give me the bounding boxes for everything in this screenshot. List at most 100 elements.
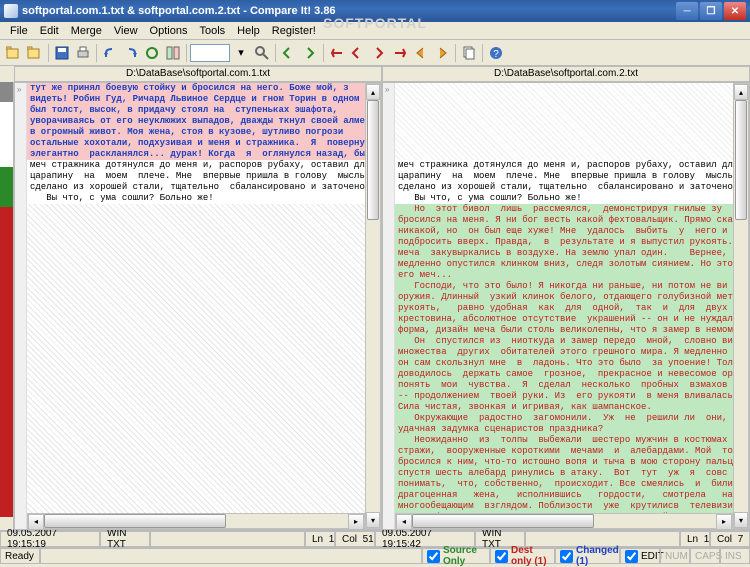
right-scrollbar-h[interactable]: ◂▸ (395, 513, 733, 529)
status-ins: INS (720, 548, 750, 564)
empty-hatch-area (395, 83, 733, 160)
scroll-down-icon[interactable]: ▾ (734, 512, 748, 528)
overview-strip[interactable] (0, 82, 14, 530)
toolbar-next-diff[interactable] (300, 43, 320, 63)
status-num: NUM (660, 548, 690, 564)
toolbar-prev-diff-red[interactable] (348, 43, 368, 63)
left-col-num: 51 (363, 534, 374, 545)
toolbar-next-diff-red[interactable] (369, 43, 389, 63)
diff-line-added[interactable]: никакой, но он был еще хуже! Мне удалось… (395, 226, 733, 237)
scroll-down-icon[interactable]: ▾ (366, 512, 380, 528)
diff-line-added[interactable]: медленно опустился клинком вниз, следя з… (395, 259, 733, 270)
diff-line-added[interactable]: рукоять, равно удобная как для одной, та… (395, 303, 733, 314)
diff-line-common[interactable]: Вы что, с ума сошли? Больно же! (27, 193, 365, 204)
toolbar-first-diff-red[interactable] (327, 43, 347, 63)
diff-line-added[interactable]: Сила чистая, звонкая и игривая, как шамп… (395, 402, 733, 413)
diff-line-common[interactable]: сделано из хорошей стали, тщательно сбал… (27, 182, 365, 193)
diff-line-added[interactable]: Окружающие радостно загомонили. Уж не ре… (395, 413, 733, 424)
diff-line-added[interactable]: -- продолжением твоей руки. Из его рукоя… (395, 391, 733, 402)
diff-line-added[interactable]: доводилось держать самое грозное, прекра… (395, 369, 733, 380)
toolbar-print[interactable] (73, 43, 93, 63)
diff-line-added[interactable]: многообещающим взглядом. Поблизости уже … (395, 501, 733, 512)
menu-options[interactable]: Options (144, 23, 194, 39)
toolbar-redo[interactable] (121, 43, 141, 63)
diff-line-deleted[interactable]: тут же принял боевую стойку и бросился н… (27, 83, 365, 94)
window-close-button[interactable]: ✕ (724, 2, 746, 20)
toolbar-copy-right[interactable] (432, 43, 452, 63)
toolbar-search-input[interactable] (190, 44, 230, 62)
diff-line-added[interactable]: Но этот бивол лишь рассмеялся, демонстри… (395, 204, 733, 215)
ln-label: Ln (687, 534, 698, 545)
diff-line-added[interactable]: удачная задумка сценаристов праздника? (395, 424, 733, 435)
diff-line-common[interactable]: меч стражника дотянулся до меня и, распо… (27, 160, 365, 171)
diff-line-added[interactable]: драгоценная жена, исполнившись гордости,… (395, 490, 733, 501)
diff-line-added[interactable]: понять мои чувства. Я сделал несколько п… (395, 380, 733, 391)
right-text-area[interactable]: меч стражника дотянулся до меня и, распо… (395, 83, 733, 529)
diff-line-added[interactable]: его меч... (395, 270, 733, 281)
toolbar-last-diff-red[interactable] (390, 43, 410, 63)
diff-line-deleted[interactable]: был толст, высок, в придачу стоял на сту… (27, 105, 365, 116)
right-pane-path: D:\DataBase\softportal.com.2.txt (382, 66, 750, 82)
diff-line-added[interactable]: оружия. Длинный узкий клинок белого, отд… (395, 292, 733, 303)
left-scrollbar-v[interactable]: ▴ ▾ (365, 83, 381, 529)
menu-bar: File Edit Merge View Options Tools Help … (0, 22, 750, 40)
menu-tools[interactable]: Tools (193, 23, 231, 39)
diff-line-deleted[interactable]: уворачиваясь от его неуклюжих выпадов, д… (27, 116, 365, 127)
diff-line-common[interactable]: царапину на моем плече. Мне впервые приш… (27, 171, 365, 182)
toolbar-help[interactable]: ? (486, 43, 506, 63)
diff-line-added[interactable]: Неожиданно из толпы выбежали шестеро муж… (395, 435, 733, 446)
diff-line-common[interactable]: царапину на моем плече. Мне впервые приш… (395, 171, 733, 182)
menu-edit[interactable]: Edit (34, 23, 65, 39)
diff-line-common[interactable]: меч стражника дотянулся до меня и, распо… (395, 160, 733, 171)
diff-line-added[interactable]: меча закувыркались в воздухе. На землю у… (395, 248, 733, 259)
diff-line-added[interactable]: спустя шесть алебард ринулись в атаку. В… (395, 468, 733, 479)
toolbar-undo[interactable] (100, 43, 120, 63)
diff-line-deleted[interactable]: остальные хохотали, подхузивая и меня и … (27, 138, 365, 149)
right-scrollbar-v[interactable]: ▴ ▾ (733, 83, 749, 529)
diff-line-added[interactable]: Господи, что это было! Я никогда ни рань… (395, 281, 733, 292)
diff-line-deleted[interactable]: в огромный живот. Моя жена, стоя в кузов… (27, 127, 365, 138)
toolbar-save[interactable] (52, 43, 72, 63)
status-source-only[interactable]: Source Only (422, 548, 490, 564)
window-maximize-button[interactable]: ❐ (700, 2, 722, 20)
diff-line-common[interactable]: Вы что, с ума сошли? Больно же! (395, 193, 733, 204)
menu-merge[interactable]: Merge (65, 23, 108, 39)
scroll-up-icon[interactable]: ▴ (366, 84, 380, 100)
toolbar-find[interactable] (252, 43, 272, 63)
diff-line-added[interactable]: множества других обитателей этого грешно… (395, 347, 733, 358)
status-dest-only[interactable]: Dest only (1) (490, 548, 555, 564)
diff-line-added[interactable]: бросился на меня. Я ни бог весть какой ф… (395, 215, 733, 226)
diff-line-added[interactable]: понимать, что, собственно, происходит. В… (395, 479, 733, 490)
diff-line-deleted[interactable]: видеть! Робин Гуд, Ричард Львиное Сердце… (27, 94, 365, 105)
toolbar-open-left[interactable] (4, 43, 24, 63)
toolbar-diff-view[interactable] (163, 43, 183, 63)
diff-line-added[interactable]: бросился к ним, что-то истошно вопя и ты… (395, 457, 733, 468)
menu-file[interactable]: File (4, 23, 34, 39)
menu-register[interactable]: Register! (266, 23, 322, 39)
toolbar-copy-left[interactable] (411, 43, 431, 63)
scroll-up-icon[interactable]: ▴ (734, 84, 748, 100)
diff-line-deleted[interactable]: элегантно раскланялся... дурак! Когда я … (27, 149, 365, 160)
toolbar-dropdown[interactable]: ▾ (231, 43, 251, 63)
right-line-num: 1 (704, 534, 710, 545)
menu-help[interactable]: Help (231, 23, 266, 39)
left-text-area[interactable]: тут же принял боевую стойку и бросился н… (27, 83, 365, 529)
toolbar-files[interactable] (459, 43, 479, 63)
menu-view[interactable]: View (108, 23, 144, 39)
compare-content: » тут же принял боевую стойку и бросился… (0, 82, 750, 530)
diff-line-common[interactable]: сделано из хорошей стали, тщательно сбал… (395, 182, 733, 193)
window-minimize-button[interactable]: ─ (676, 2, 698, 20)
toolbar-prev-diff[interactable] (279, 43, 299, 63)
diff-line-added[interactable]: Он спустился из ниоткуда и замер передо … (395, 336, 733, 347)
left-scrollbar-h[interactable]: ◂▸ (27, 513, 365, 529)
diff-line-added[interactable]: стражи, вооруженные короткими мечами и а… (395, 446, 733, 457)
window-title: softportal.com.1.txt & softportal.com.2.… (22, 5, 676, 17)
diff-line-added[interactable]: он сам скользнул мне в ладонь. Что это б… (395, 358, 733, 369)
diff-line-added[interactable]: крестовина, абсолютное отсутствие украше… (395, 314, 733, 325)
diff-line-added[interactable]: форма, дизайн меча были столь великолепн… (395, 325, 733, 336)
toolbar-refresh[interactable] (142, 43, 162, 63)
toolbar-open-right[interactable] (25, 43, 45, 63)
status-edit[interactable]: EDIT (620, 548, 660, 564)
status-changed[interactable]: Changed (1) (555, 548, 620, 564)
diff-line-added[interactable]: подбросить вверх. Правда, в результате и… (395, 237, 733, 248)
